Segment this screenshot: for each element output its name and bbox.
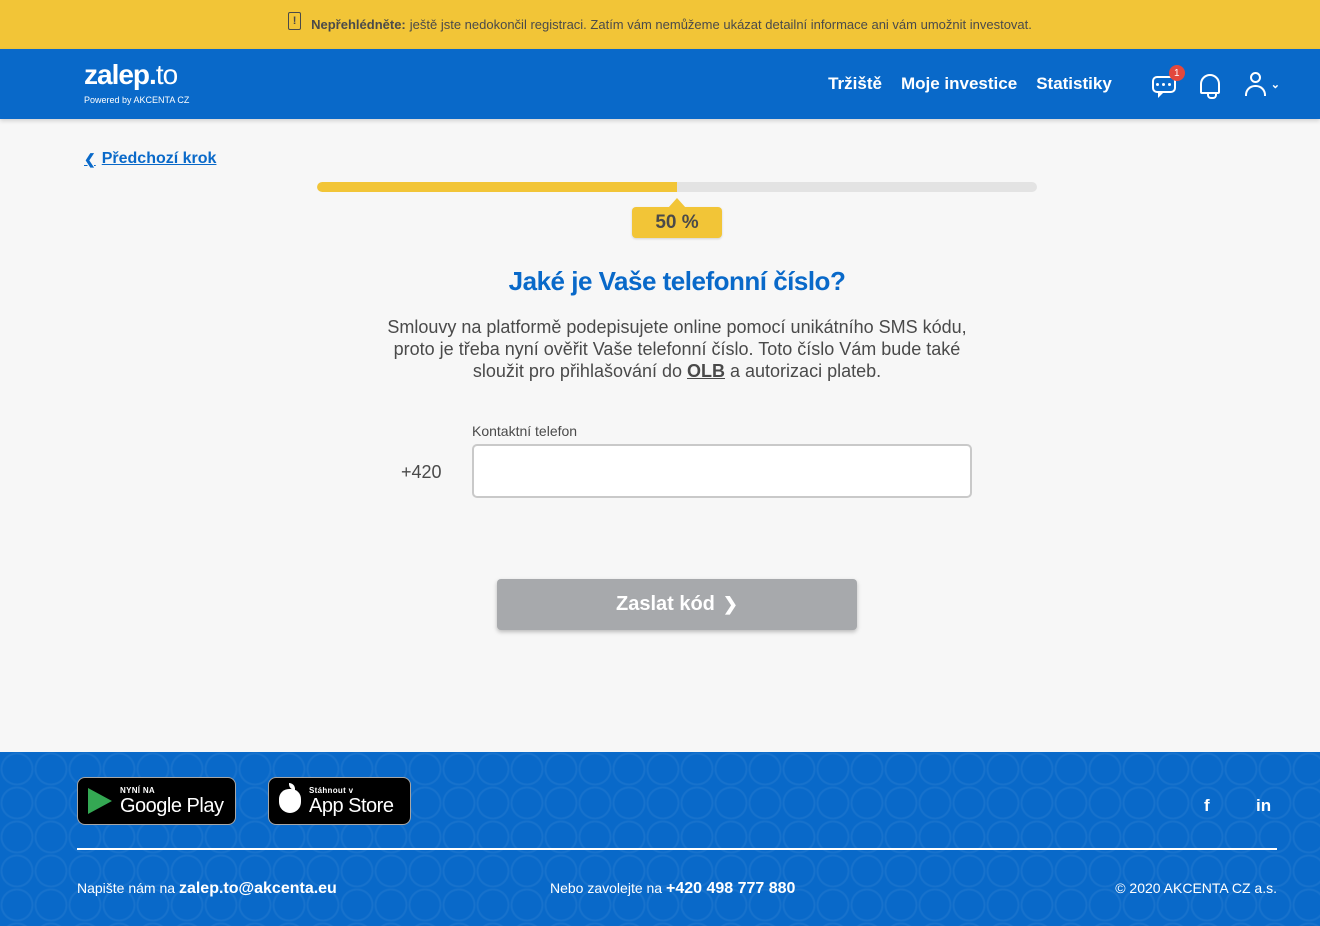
alert-strong-text: Nepřehlédněte: xyxy=(311,17,406,32)
chevron-right-icon: ❯ xyxy=(722,594,738,614)
progress-percent-badge: 50 % xyxy=(632,198,722,238)
phone-field-label: Kontaktní telefon xyxy=(472,423,578,439)
nav-statistics[interactable]: Statistiky xyxy=(1036,74,1112,94)
footer-phone: Nebo zavolejte na +420 498 777 880 xyxy=(550,880,795,898)
top-navbar: zalep.to Powered by AKCENTA CZ Tržiště M… xyxy=(0,49,1320,119)
chevron-left-icon: ❮ xyxy=(84,150,96,167)
olb-link[interactable]: OLB xyxy=(687,361,725,381)
facebook-icon[interactable]: f xyxy=(1204,796,1210,816)
send-code-label: Zaslat kód xyxy=(615,593,715,615)
copyright: © 2020 AKCENTA CZ a.s. xyxy=(1115,880,1277,896)
phone-description: Smlouvy na platformě podepisujete online… xyxy=(367,316,987,382)
logo-word: zalep. xyxy=(84,59,157,90)
logo-subtitle: Powered by AKCENTA CZ xyxy=(84,95,190,105)
previous-step-link[interactable]: ❮ Předchozí krok xyxy=(84,150,216,168)
call-prefix: Nebo zavolejte na xyxy=(550,880,666,896)
progress-fill xyxy=(317,182,677,192)
google-play-icon xyxy=(88,788,112,814)
bell-icon xyxy=(1199,74,1220,99)
zalepto-logo[interactable]: zalep.to Powered by AKCENTA CZ xyxy=(84,59,189,105)
desc-part-2: a autorizaci plateb. xyxy=(725,361,882,381)
phone-country-prefix: +420 xyxy=(401,462,442,482)
phone-link[interactable]: +420 498 777 880 xyxy=(666,880,795,897)
alert-text: ještě jste nedokončil registraci. Zatím … xyxy=(409,17,1032,32)
messages-badge: 1 xyxy=(1168,65,1185,81)
app-store-big: App Store xyxy=(309,794,394,817)
notifications-button[interactable] xyxy=(1197,71,1223,99)
logo-word-to: to xyxy=(155,59,178,90)
write-prefix: Napište nám na xyxy=(77,880,179,896)
nav-my-investments[interactable]: Moje investice xyxy=(901,74,1017,94)
google-play-small: NYNÍ NA xyxy=(120,785,155,795)
page-title: Jaké je Vaše telefonní číslo? xyxy=(508,266,846,296)
progress-bar xyxy=(317,182,1037,192)
page-footer: NYNÍ NA Google Play Stáhnout v App Store… xyxy=(0,752,1320,926)
chevron-down-icon[interactable]: ⌄ xyxy=(1271,78,1280,91)
google-play-big: Google Play xyxy=(120,794,224,817)
user-menu-button[interactable] xyxy=(1243,71,1269,97)
warning-icon: ! xyxy=(288,11,302,30)
app-store-small: Stáhnout v xyxy=(309,785,354,795)
linkedin-icon[interactable]: in xyxy=(1256,796,1271,816)
apple-icon xyxy=(279,783,301,813)
app-store-button[interactable]: Stáhnout v App Store xyxy=(268,777,411,825)
main-nav: Tržiště Moje investice Statistiky 1 ⌄ xyxy=(828,49,1320,119)
user-icon xyxy=(1244,72,1267,96)
footer-email: Napište nám na zalep.to@akcenta.eu xyxy=(77,880,337,898)
phone-input[interactable] xyxy=(472,444,972,498)
google-play-button[interactable]: NYNÍ NA Google Play xyxy=(77,777,236,825)
messages-button[interactable]: 1 xyxy=(1151,65,1185,98)
send-code-button[interactable]: Zaslat kód ❯ xyxy=(497,579,857,630)
email-link[interactable]: zalep.to@akcenta.eu xyxy=(179,880,337,897)
registration-alert-bar: ! Nepřehlédněte: ještě jste nedokončil r… xyxy=(0,0,1320,49)
nav-marketplace[interactable]: Tržiště xyxy=(828,74,882,94)
footer-divider xyxy=(77,848,1277,850)
previous-step-label: Předchozí krok xyxy=(101,150,217,167)
